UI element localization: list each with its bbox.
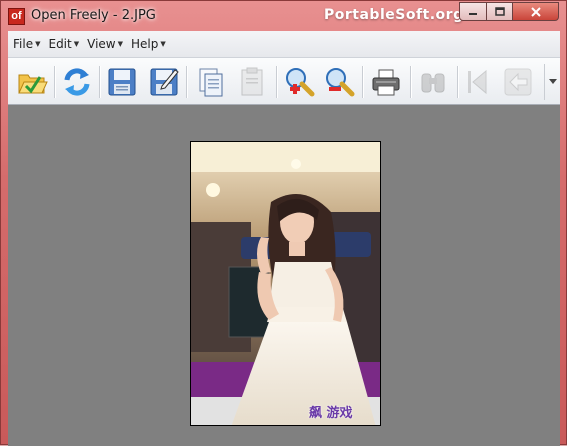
- toolbar-separator: [276, 66, 277, 98]
- caret-down-icon: ▼: [160, 40, 166, 48]
- zoom-in-icon: [286, 68, 315, 97]
- toolbar-separator: [186, 66, 187, 98]
- app-window: of Open Freely - 2.JPG PortableSoft.org …: [0, 0, 567, 446]
- previous-icon: [468, 69, 487, 95]
- maximize-button[interactable]: [487, 2, 513, 21]
- save-button[interactable]: [104, 64, 140, 100]
- menu-view[interactable]: View ▼: [82, 34, 126, 55]
- open-button[interactable]: [14, 64, 50, 100]
- menu-help-label: Help: [131, 37, 159, 51]
- back-button[interactable]: [500, 64, 536, 100]
- toolbar-separator: [99, 66, 100, 98]
- caret-down-icon: ▼: [35, 40, 41, 48]
- photo-watermark: 飙 游戏: [309, 406, 353, 421]
- menu-file-label: File: [13, 37, 34, 51]
- open-folder-icon: [18, 74, 48, 94]
- close-icon: [530, 6, 541, 17]
- previous-button[interactable]: [460, 64, 496, 100]
- zoom-out-button[interactable]: [321, 64, 357, 100]
- refresh-button[interactable]: [59, 64, 95, 100]
- app-logo-icon[interactable]: of: [8, 8, 25, 25]
- menu-file[interactable]: File ▼: [8, 34, 43, 55]
- caret-down-icon: ▼: [117, 40, 123, 48]
- minimize-icon: [469, 12, 477, 15]
- window-title: Open Freely - 2.JPG: [31, 8, 156, 23]
- toolbar-separator: [54, 66, 55, 98]
- close-button[interactable]: [513, 2, 559, 21]
- portablesoft-watermark: PortableSoft.org: [324, 7, 464, 23]
- save-icon: [108, 68, 136, 96]
- image-canvas[interactable]: 飙 游戏: [8, 106, 560, 446]
- paste-button[interactable]: [234, 64, 270, 100]
- find-button[interactable]: [415, 64, 451, 100]
- paste-icon: [241, 67, 263, 96]
- minimize-button[interactable]: [459, 2, 487, 21]
- toolbar: [8, 58, 560, 105]
- print-icon: [372, 69, 400, 96]
- photo-image: 飙 游戏: [190, 141, 381, 426]
- photo-content: [191, 142, 380, 425]
- zoom-in-button[interactable]: [281, 64, 317, 100]
- refresh-icon: [64, 68, 90, 96]
- copy-button[interactable]: [193, 64, 229, 100]
- menu-help[interactable]: Help ▼: [126, 34, 169, 55]
- save-as-button[interactable]: [146, 64, 182, 100]
- maximize-icon: [494, 6, 505, 16]
- copy-icon: [199, 68, 223, 97]
- menu-view-label: View: [87, 37, 116, 51]
- caption-buttons: [459, 2, 559, 21]
- print-button[interactable]: [368, 64, 404, 100]
- title-bar[interactable]: of Open Freely - 2.JPG PortableSoft.org: [1, 1, 567, 31]
- menu-edit-label: Edit: [48, 37, 72, 51]
- toolbar-separator: [410, 66, 411, 98]
- toolbar-overflow-button[interactable]: [544, 64, 560, 100]
- find-icon: [421, 73, 445, 93]
- toolbar-separator: [362, 66, 363, 98]
- zoom-out-icon: [326, 68, 355, 97]
- toolbar-separator: [457, 66, 458, 98]
- menu-edit[interactable]: Edit ▼: [43, 34, 82, 55]
- menu-bar: File ▼ Edit ▼ View ▼ Help ▼: [8, 31, 560, 58]
- client-area: File ▼ Edit ▼ View ▼ Help ▼ 飙 游戏: [8, 31, 560, 446]
- caret-down-icon: ▼: [73, 40, 80, 48]
- save-as-icon: [150, 68, 179, 96]
- back-icon: [504, 68, 532, 96]
- chevron-down-icon: [548, 79, 557, 84]
